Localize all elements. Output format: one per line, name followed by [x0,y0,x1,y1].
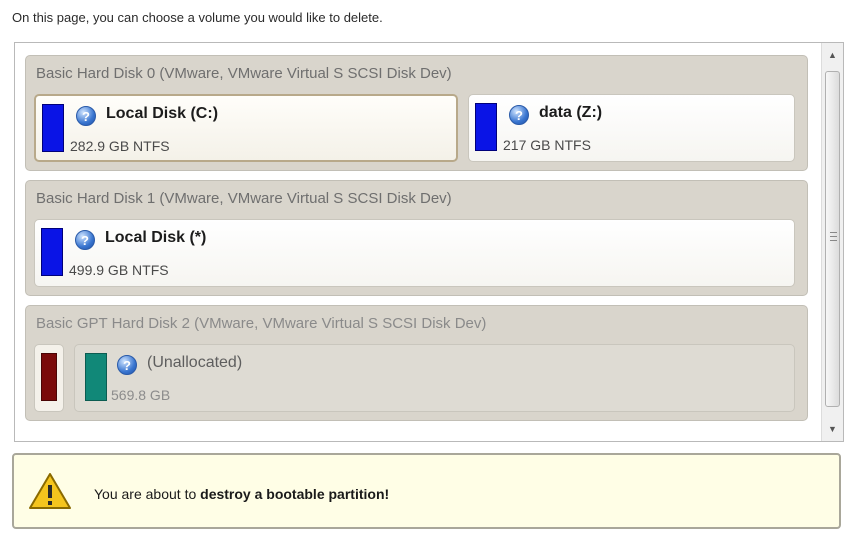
question-icon: ? [76,106,96,126]
question-icon: ? [117,355,137,375]
disk-group-1: Basic Hard Disk 1 (VMware, VMware Virtua… [25,180,808,296]
disk-list: Basic Hard Disk 0 (VMware, VMware Virtua… [15,43,819,441]
instruction-text: On this page, you can choose a volume yo… [12,10,383,25]
question-icon: ? [75,230,95,250]
grip-icon [830,232,837,241]
disk-title: Basic Hard Disk 1 (VMware, VMware Virtua… [36,190,452,207]
partition-color-bar [475,103,497,151]
volume-panel: Basic Hard Disk 0 (VMware, VMware Virtua… [14,42,844,442]
arrow-up-icon[interactable]: ▲ [822,45,843,65]
vertical-scrollbar[interactable]: ▲ ▼ [821,43,843,441]
partition-name: data (Z:) [539,104,603,121]
partition-color-bar [41,353,57,401]
partition-color-bar [85,353,107,401]
arrow-down-icon[interactable]: ▼ [822,419,843,439]
warning-icon [29,473,71,509]
partition-color-bar [41,228,63,276]
partition-size: 217 GB NTFS [503,137,591,153]
partition-local-disk-star[interactable]: ? Local Disk (*) 499.9 GB NTFS [34,219,795,287]
disk-group-0: Basic Hard Disk 0 (VMware, VMware Virtua… [25,55,808,171]
partition-size: 499.9 GB NTFS [69,262,169,278]
partition-name: Local Disk (C:) [106,105,219,122]
partition-reserved[interactable] [34,344,64,412]
warning-message: You are about to destroy a bootable part… [94,486,389,502]
partition-color-bar [42,104,64,152]
partition-name: (Unallocated) [147,354,243,371]
warning-prefix: You are about to [94,486,201,502]
disk-title: Basic Hard Disk 0 (VMware, VMware Virtua… [36,65,452,82]
warning-box: You are about to destroy a bootable part… [12,453,841,529]
question-icon: ? [509,105,529,125]
warning-bold: destroy a bootable partition! [200,486,390,502]
partition-data-z[interactable]: ? data (Z:) 217 GB NTFS [468,94,795,162]
partition-unallocated[interactable]: ? (Unallocated) 569.8 GB [74,344,795,412]
partition-local-disk-c[interactable]: ? Local Disk (C:) 282.9 GB NTFS [34,94,458,162]
disk-group-2: Basic GPT Hard Disk 2 (VMware, VMware Vi… [25,305,808,421]
partition-name: Local Disk (*) [105,229,207,246]
partition-size: 282.9 GB NTFS [70,138,170,154]
partition-size: 569.8 GB [111,387,171,403]
scroll-thumb[interactable] [825,71,840,407]
disk-title: Basic GPT Hard Disk 2 (VMware, VMware Vi… [36,315,487,332]
